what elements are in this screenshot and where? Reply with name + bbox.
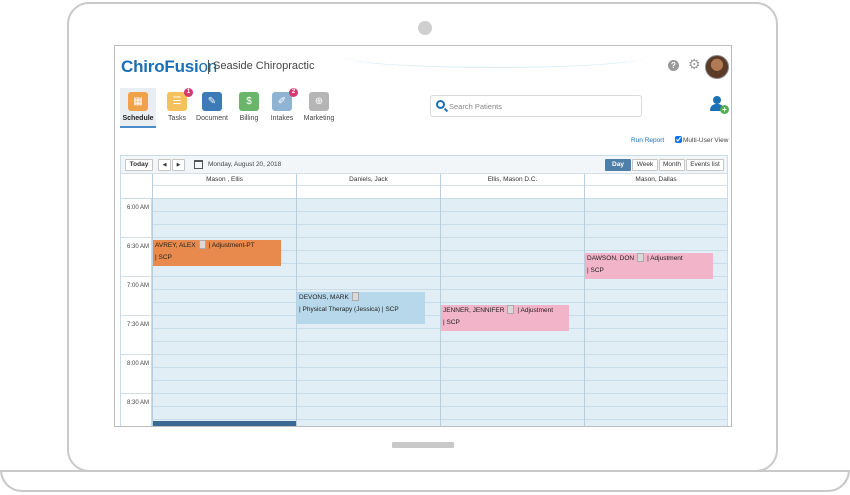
view-events-list-button[interactable]: Events list xyxy=(686,159,724,171)
top-bar: ChiroFusion Seaside Chiropractic ? ⚙ xyxy=(115,46,731,86)
app-screen: ChiroFusion Seaside Chiropractic ? ⚙ ▦ S… xyxy=(114,45,732,427)
event-details: | Physical Therapy (Jessica) | SCP xyxy=(299,306,399,313)
appointment-dawson-don[interactable]: DAWSON, DON | Adjustment | SCP xyxy=(585,253,713,279)
appointment-partial[interactable] xyxy=(153,421,296,426)
event-details: | SCP xyxy=(155,254,172,261)
intakes-badge: 2 xyxy=(289,88,298,97)
time-label: 7:00 AM xyxy=(126,283,149,289)
avatar[interactable] xyxy=(705,55,729,79)
calendar-icon: ▦ xyxy=(128,92,148,111)
event-details: | SCP xyxy=(443,319,460,326)
column-divider xyxy=(584,174,585,426)
event-type: | Adjustment xyxy=(647,255,683,262)
logo-divider xyxy=(208,60,209,74)
run-report-link[interactable]: Run Report xyxy=(631,137,664,144)
calendar-toolbar: Today ◀ ▶ Monday, August 20, 2018 Day We… xyxy=(121,156,727,174)
laptop-base xyxy=(0,470,850,492)
add-patient-icon[interactable]: + xyxy=(709,96,729,116)
help-icon[interactable]: ? xyxy=(668,60,679,71)
nav-schedule[interactable]: ▦ Schedule xyxy=(120,88,156,128)
time-label: 8:00 AM xyxy=(126,361,149,367)
time-label: 6:00 AM xyxy=(126,205,149,211)
document-icon[interactable] xyxy=(507,305,515,314)
event-type: | Adjustment-PT xyxy=(208,242,255,249)
tasks-badge: 1 xyxy=(184,88,193,97)
search-input[interactable] xyxy=(449,99,637,113)
decorative-wave xyxy=(345,46,645,68)
camera-icon xyxy=(418,21,432,35)
billing-icon: $ xyxy=(239,92,259,111)
nav-billing[interactable]: $ Billing xyxy=(231,88,267,128)
marketing-icon: ⊕ xyxy=(309,92,329,111)
event-patient-name: AVREY, ALEX xyxy=(155,242,196,249)
column-divider xyxy=(440,174,441,426)
view-day-button[interactable]: Day xyxy=(605,159,631,171)
today-button[interactable]: Today xyxy=(125,159,153,171)
nav-marketing[interactable]: ⊕ Marketing xyxy=(301,88,337,128)
time-label: 8:30 AM xyxy=(126,400,149,406)
event-patient-name: JENNER, JENNIFER xyxy=(443,307,505,314)
multi-user-checkbox[interactable] xyxy=(675,136,682,143)
nav-document[interactable]: ✎ Document xyxy=(194,88,230,128)
event-patient-name: DEVONS, MARK xyxy=(299,294,349,301)
document-icon[interactable] xyxy=(198,240,206,249)
prev-day-button[interactable]: ◀ xyxy=(158,159,171,171)
event-patient-name: DAWSON, DON xyxy=(587,255,635,262)
column-divider xyxy=(152,174,153,426)
logo-text-part1: ChiroFusi xyxy=(121,57,199,76)
column-header: Ellis, Mason D.C. xyxy=(440,174,584,186)
time-gutter xyxy=(121,199,152,426)
view-month-button[interactable]: Month xyxy=(659,159,685,171)
gear-icon[interactable]: ⚙ xyxy=(688,57,701,71)
laptop-hinge xyxy=(392,442,454,448)
multi-user-view-toggle[interactable]: Multi-User View xyxy=(675,136,728,144)
practice-name: Seaside Chiropractic xyxy=(213,60,315,72)
column-header: Mason, Dallas xyxy=(584,174,727,186)
all-day-row[interactable] xyxy=(121,186,727,199)
multi-user-label: Multi-User View xyxy=(683,137,729,144)
event-type: | Adjustment xyxy=(517,307,554,314)
next-day-button[interactable]: ▶ xyxy=(172,159,185,171)
event-details: | SCP xyxy=(587,267,604,274)
time-label: 7:30 AM xyxy=(126,322,149,328)
nav-intakes[interactable]: ✐ 2 Intakes xyxy=(264,88,300,128)
document-icon[interactable] xyxy=(351,292,359,301)
date-picker-icon[interactable] xyxy=(194,160,203,169)
appointment-devons-mark[interactable]: DEVONS, MARK | Physical Therapy (Jessica… xyxy=(297,292,425,324)
current-date: Monday, August 20, 2018 xyxy=(208,161,282,168)
schedule-calendar: Today ◀ ▶ Monday, August 20, 2018 Day We… xyxy=(120,155,728,426)
patient-search xyxy=(430,95,642,117)
column-header: Mason , Ellis xyxy=(152,174,296,186)
nav-label: Marketing xyxy=(303,115,335,122)
document-icon: ✎ xyxy=(202,92,222,111)
appointment-avrey-alex[interactable]: AVREY, ALEX | Adjustment-PT | SCP xyxy=(153,240,281,266)
time-label: 6:30 AM xyxy=(126,244,149,250)
nav-tasks[interactable]: ☰ 1 Tasks xyxy=(159,88,195,128)
document-icon[interactable] xyxy=(637,253,645,262)
search-icon[interactable] xyxy=(436,100,445,109)
view-week-button[interactable]: Week xyxy=(632,159,658,171)
column-header: Daniels, Jack xyxy=(296,174,440,186)
app-logo[interactable]: ChiroFusion xyxy=(121,57,217,77)
appointment-jenner-jennifer[interactable]: JENNER, JENNIFER | Adjustment | SCP xyxy=(441,305,569,331)
